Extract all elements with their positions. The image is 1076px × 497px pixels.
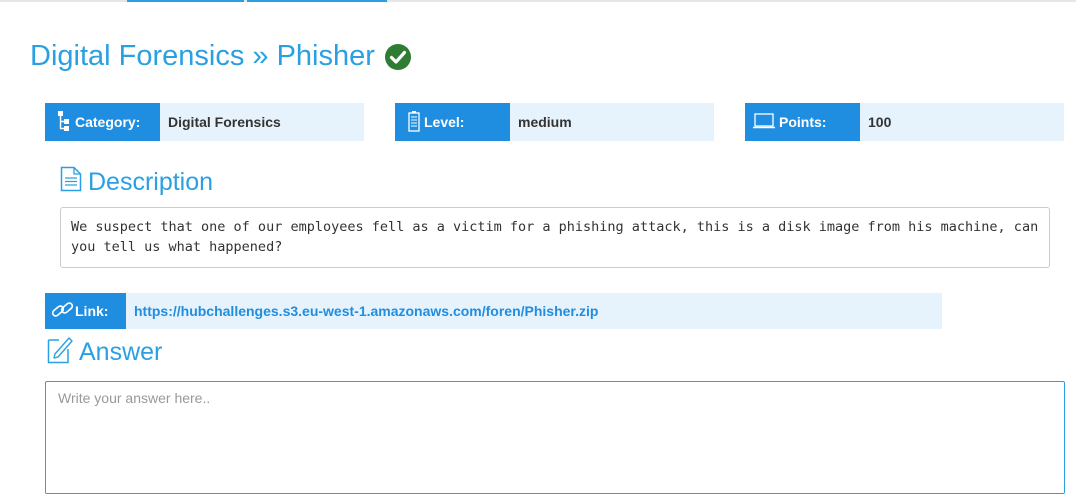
document-icon <box>60 166 88 199</box>
page-title-text: Digital Forensics » Phisher <box>30 40 375 72</box>
page-title: Digital Forensics » Phisher <box>30 40 411 73</box>
answer-input[interactable] <box>45 381 1065 494</box>
category-label-cell: Category: <box>45 103 160 141</box>
points-info: Points: 100 <box>745 103 1064 141</box>
level-label: Level: <box>424 114 465 130</box>
check-circle-icon <box>384 43 411 70</box>
link-label: Link: <box>75 303 109 319</box>
points-label-cell: Points: <box>745 103 860 141</box>
tab-indicator[interactable] <box>247 0 387 2</box>
link-icon <box>51 299 75 324</box>
battery-icon <box>408 110 424 135</box>
link-info: Link: https://hubchallenges.s3.eu-west-1… <box>45 293 942 329</box>
level-label-cell: Level: <box>395 103 510 141</box>
points-value: 100 <box>860 103 1064 141</box>
description-text: We suspect that one of our employees fel… <box>60 207 1050 268</box>
answer-heading: Answer <box>47 334 162 371</box>
description-heading: Description <box>60 166 213 199</box>
edit-icon <box>47 334 79 371</box>
description-heading-text: Description <box>88 168 214 196</box>
link-value-cell: https://hubchallenges.s3.eu-west-1.amazo… <box>126 293 942 329</box>
category-info: Category: Digital Forensics <box>45 103 364 141</box>
points-label: Points: <box>779 114 827 130</box>
download-link[interactable]: https://hubchallenges.s3.eu-west-1.amazo… <box>134 303 598 319</box>
sitemap-icon <box>57 110 75 135</box>
level-info: Level: medium <box>395 103 714 141</box>
tab-indicator[interactable] <box>127 0 244 2</box>
category-label: Category: <box>75 114 141 130</box>
laptop-icon <box>753 112 779 132</box>
answer-heading-text: Answer <box>79 338 163 366</box>
level-value: medium <box>510 103 714 141</box>
link-label-cell: Link: <box>45 293 126 329</box>
category-value: Digital Forensics <box>160 103 364 141</box>
